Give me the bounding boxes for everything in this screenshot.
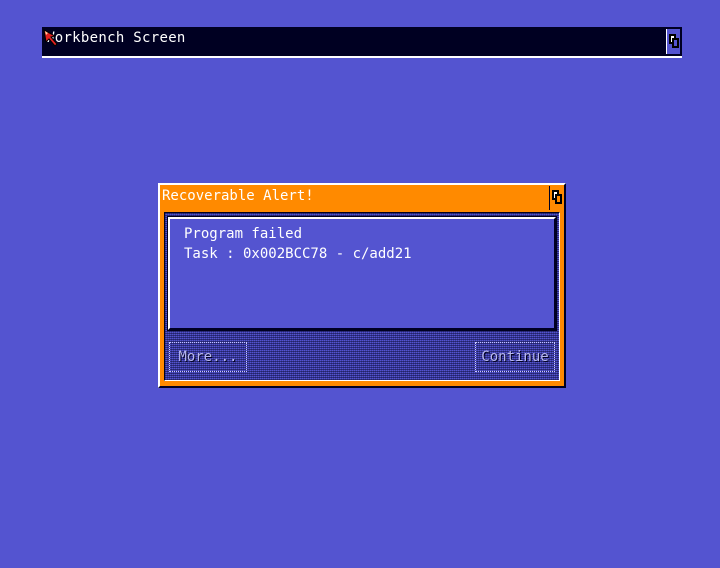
- message-line-program-failed: Program failed: [184, 226, 303, 242]
- window-depth-icon[interactable]: [549, 186, 563, 210]
- alert-body: Program failed Task : 0x002BCC78 - c/add…: [164, 212, 560, 381]
- depth-arrange-icon[interactable]: [666, 29, 680, 54]
- screen-title: Workbench Screen: [46, 30, 186, 46]
- more-button[interactable]: More...: [169, 342, 247, 372]
- alert-title: Recoverable Alert!: [162, 188, 314, 204]
- alert-title-bar[interactable]: Recoverable Alert!: [160, 185, 564, 211]
- continue-button[interactable]: Continue: [475, 342, 555, 372]
- screen-title-bar[interactable]: Workbench Screen: [42, 27, 682, 58]
- message-line-task: Task : 0x002BCC78 - c/add21: [184, 246, 412, 262]
- recoverable-alert-window: Recoverable Alert! Program failed Task :…: [158, 183, 566, 388]
- mouse-pointer-icon: [43, 29, 58, 47]
- alert-message-box: Program failed Task : 0x002BCC78 - c/add…: [167, 216, 557, 331]
